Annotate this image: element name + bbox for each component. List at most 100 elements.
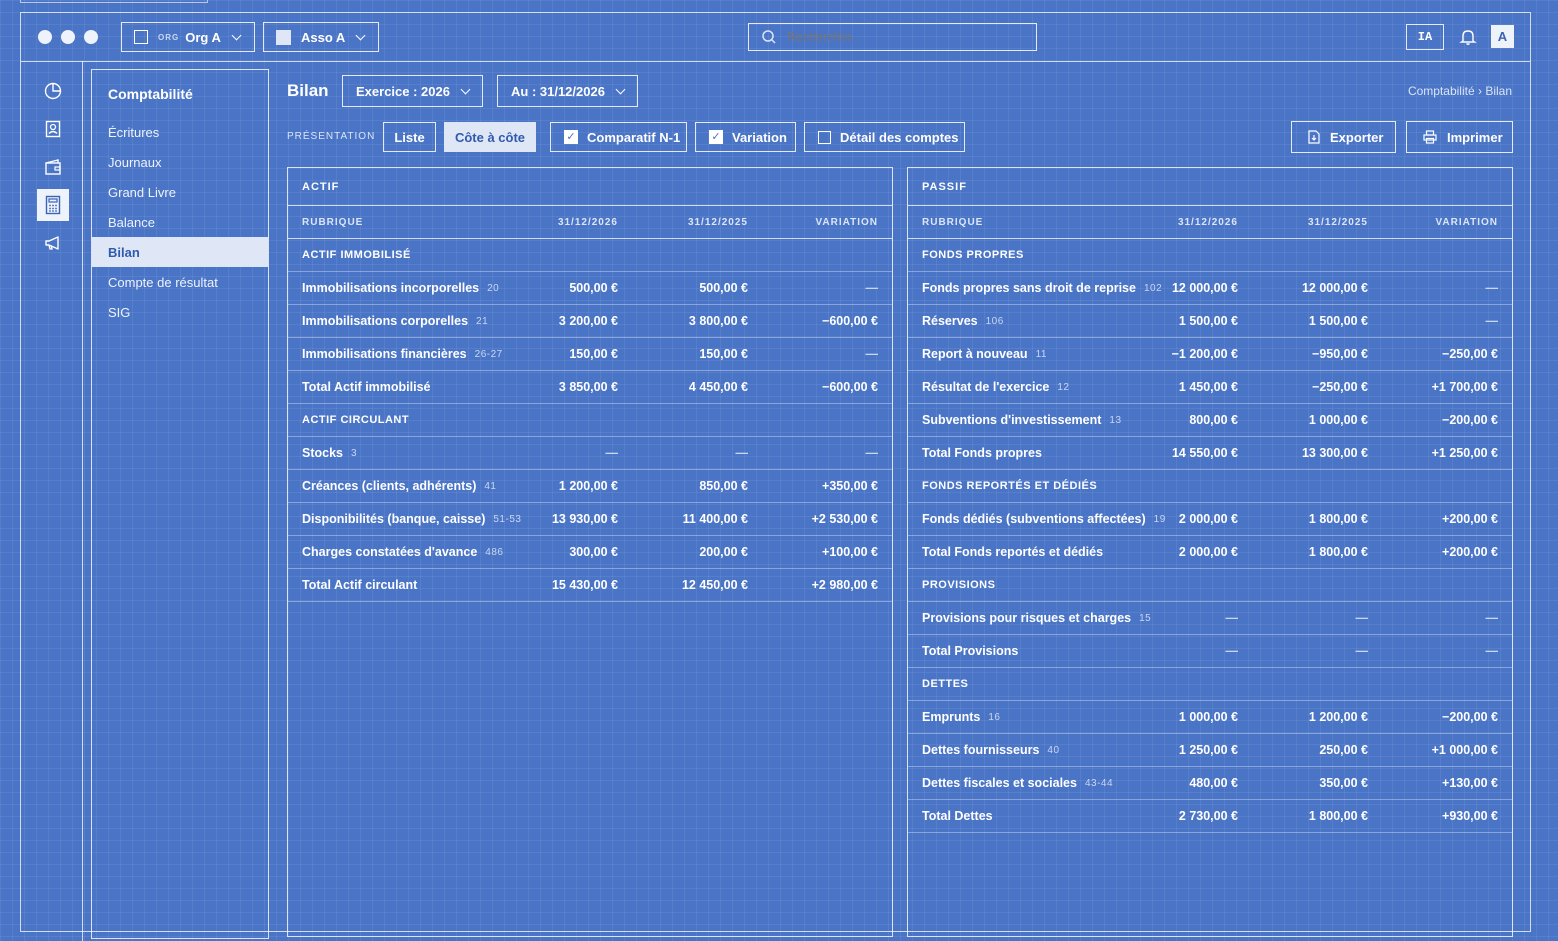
sidebar-item-journaux[interactable]: Journaux xyxy=(92,147,268,177)
value-variation: −200,00 € xyxy=(1442,413,1498,427)
table-row[interactable]: Fonds dédiés (subventions affectées) 19 2 … xyxy=(908,503,1512,536)
table-row[interactable]: Subventions d'investissement 13 800,00 € 1 … xyxy=(908,404,1512,437)
rail-wallet[interactable] xyxy=(37,151,69,183)
window-minimize-dot[interactable] xyxy=(61,30,75,44)
table-row[interactable]: Immobilisations incorporelles 20 500,00 € 5… xyxy=(288,272,892,305)
avatar[interactable]: A xyxy=(1491,25,1514,48)
chevron-down-icon xyxy=(460,84,471,94)
table-row[interactable]: Fonds propres sans droit de reprise 102 12… xyxy=(908,272,1512,305)
value-current: 3 200,00 € xyxy=(558,314,618,328)
row-label: Provisions pour risques et charges 15 xyxy=(922,602,1151,634)
sidebar-item-ecritures[interactable]: Écritures xyxy=(92,117,268,147)
row-label: Subventions d'investissement 13 xyxy=(922,404,1122,436)
total-row[interactable]: Total Fonds propres 14 550,00 € 13 300,00 … xyxy=(908,437,1512,470)
rail-communication[interactable] xyxy=(37,227,69,259)
sidebar-item-compte-de-resultat[interactable]: Compte de résultat xyxy=(92,267,268,297)
total-row[interactable]: Total Dettes 2 730,00 € 1 800,00 € +930,00 … xyxy=(908,800,1512,833)
value-variation: +1 700,00 € xyxy=(1431,380,1498,394)
table-row[interactable]: Emprunts 16 1 000,00 € 1 200,00 € −200,00 € xyxy=(908,701,1512,734)
row-label: Créances (clients, adhérents) 41 xyxy=(302,470,497,502)
actif-panel: ACTIF RUBRIQUE 31/12/2026 31/12/2025 VAR… xyxy=(287,167,893,937)
row-label-text: Réserves xyxy=(922,314,978,328)
value-previous: −250,00 € xyxy=(1312,380,1368,394)
value-current: 2 000,00 € xyxy=(1178,545,1238,559)
value-variation: +200,00 € xyxy=(1442,545,1498,559)
table-row[interactable]: Dettes fiscales et sociales 43-44 480,00 €… xyxy=(908,767,1512,800)
comparatif-toggle[interactable]: ✓ Comparatif N-1 xyxy=(550,122,687,152)
table-row[interactable]: Immobilisations financières 26-27 150,00 €… xyxy=(288,338,892,371)
col-variation: VARIATION xyxy=(815,216,878,228)
ai-button[interactable]: IA xyxy=(1406,24,1444,50)
exercice-selector[interactable]: Exercice : 2026 xyxy=(342,75,483,107)
actif-header-row: RUBRIQUE 31/12/2026 31/12/2025 VARIATION xyxy=(288,206,892,239)
sidebar-item-bilan[interactable]: Bilan xyxy=(92,237,268,267)
table-row[interactable]: Disponibilités (banque, caisse) 51-53 13 9… xyxy=(288,503,892,536)
accounting-sidebar: Comptabilité Écritures Journaux Grand Li… xyxy=(91,69,269,939)
variation-toggle[interactable]: ✓ Variation xyxy=(695,122,796,152)
account-code: 102 xyxy=(1143,282,1163,294)
date-selector[interactable]: Au : 31/12/2026 xyxy=(497,75,638,107)
value-variation: — xyxy=(1485,314,1499,328)
table-row[interactable]: Créances (clients, adhérents) 41 1 200,00 … xyxy=(288,470,892,503)
org-selector[interactable]: ORG Org A xyxy=(121,22,255,52)
table-row[interactable]: Stocks 3 — — — xyxy=(288,437,892,470)
view-list-button[interactable]: Liste xyxy=(383,122,436,152)
value-variation: — xyxy=(1485,611,1499,625)
row-label-text: Fonds dédiés (subventions affectées) xyxy=(922,512,1146,526)
row-label: Dettes fournisseurs 40 xyxy=(922,734,1060,766)
table-row[interactable]: Réserves 106 1 500,00 € 1 500,00 € — xyxy=(908,305,1512,338)
table-row[interactable]: Report à nouveau 11 −1 200,00 € −950,00 € −2… xyxy=(908,338,1512,371)
breadcrumb[interactable]: Comptabilité › Bilan xyxy=(1408,84,1512,98)
view-side-by-side-button[interactable]: Côte à côte xyxy=(444,122,536,152)
value-variation: — xyxy=(865,281,879,295)
total-row[interactable]: Total Fonds reportés et dédiés 2 000,00 €… xyxy=(908,536,1512,569)
row-label-text: Disponibilités (banque, caisse) xyxy=(302,512,486,526)
total-row[interactable]: Total Provisions — — — xyxy=(908,635,1512,668)
bell-icon[interactable] xyxy=(1459,28,1477,46)
account-code: 12 xyxy=(1057,381,1070,393)
section-row: FONDS REPORTÉS ET DÉDIÉS xyxy=(908,470,1512,503)
table-row[interactable]: Charges constatées d'avance 486 300,00 € 20… xyxy=(288,536,892,569)
value-current: 3 850,00 € xyxy=(558,380,618,394)
table-row[interactable]: Immobilisations corporelles 21 3 200,00 € 3… xyxy=(288,305,892,338)
rail-dashboard[interactable] xyxy=(37,75,69,107)
total-row[interactable]: Total Actif circulant 15 430,00 € 12 450,0… xyxy=(288,569,892,602)
row-label-text: Résultat de l'exercice xyxy=(922,380,1050,394)
row-label-text: Total Fonds propres xyxy=(922,446,1042,460)
window-maximize-dot[interactable] xyxy=(84,30,98,44)
search-input[interactable] xyxy=(785,29,1029,45)
table-row[interactable]: Résultat de l'exercice 12 1 450,00 € −250,0… xyxy=(908,371,1512,404)
value-variation: +1 250,00 € xyxy=(1431,446,1498,460)
value-previous: 500,00 € xyxy=(699,281,748,295)
export-button[interactable]: Exporter xyxy=(1291,121,1396,153)
detail-comptes-toggle[interactable]: Détail des comptes xyxy=(804,122,965,152)
print-button[interactable]: Imprimer xyxy=(1406,121,1513,153)
value-previous: 250,00 € xyxy=(1319,743,1368,757)
col-rubrique: RUBRIQUE xyxy=(302,216,364,228)
col-previous: 31/12/2025 xyxy=(687,216,748,228)
asso-name: Asso A xyxy=(301,29,346,45)
passif-header-row: RUBRIQUE 31/12/2026 31/12/2025 VARIATION xyxy=(908,206,1512,239)
row-label-text: Stocks xyxy=(302,446,343,460)
row-label: Total Fonds reportés et dédiés xyxy=(922,536,1103,568)
row-label-text: Dettes fournisseurs xyxy=(922,743,1040,757)
dashboard-icon xyxy=(44,82,62,100)
value-current: 800,00 € xyxy=(1189,413,1238,427)
row-label-text: Provisions pour risques et charges xyxy=(922,611,1132,625)
table-row[interactable]: Provisions pour risques et charges 15 — — — xyxy=(908,602,1512,635)
file-export-icon xyxy=(1308,130,1320,144)
rail-contacts[interactable] xyxy=(37,113,69,145)
value-previous: — xyxy=(735,446,749,460)
sidebar-item-sig[interactable]: SIG xyxy=(92,297,268,327)
window-close-dot[interactable] xyxy=(38,30,52,44)
sidebar-item-balance[interactable]: Balance xyxy=(92,207,268,237)
asso-selector[interactable]: Asso A xyxy=(263,22,379,52)
search-box[interactable] xyxy=(748,23,1037,51)
value-previous: 11 400,00 € xyxy=(682,512,748,526)
sidebar-item-grand-livre[interactable]: Grand Livre xyxy=(92,177,268,207)
account-code: 41 xyxy=(484,480,497,492)
total-row[interactable]: Total Actif immobilisé 3 850,00 € 4 450,00… xyxy=(288,371,892,404)
rail-accounting[interactable] xyxy=(37,189,69,221)
table-row[interactable]: Dettes fournisseurs 40 1 250,00 € 250,00 € +… xyxy=(908,734,1512,767)
value-variation: −250,00 € xyxy=(1442,347,1498,361)
